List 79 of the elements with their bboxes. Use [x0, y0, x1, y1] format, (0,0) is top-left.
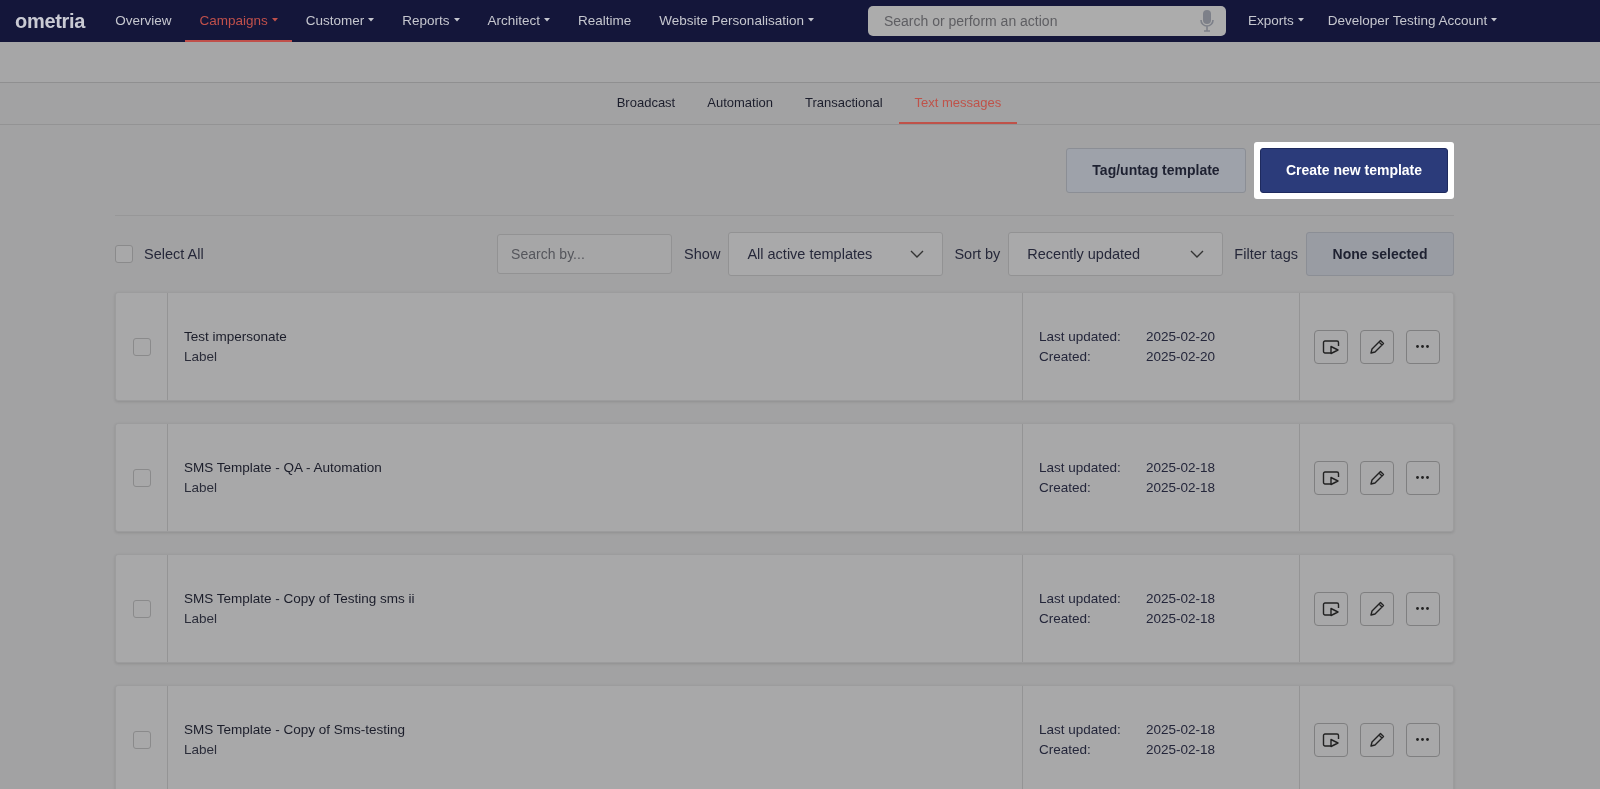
- nav-menu-item[interactable]: Customer: [291, 0, 389, 42]
- nav-menu-item[interactable]: Realtime: [564, 0, 646, 42]
- nav-menu-item[interactable]: Overview: [101, 0, 186, 42]
- template-label: Label: [184, 742, 219, 757]
- dropdown[interactable]: All active templates: [728, 232, 944, 276]
- pencil-icon: [1367, 468, 1386, 487]
- more-button[interactable]: [1405, 722, 1440, 757]
- date-value: 2025-02-20: [1146, 329, 1217, 344]
- create-button[interactable]: Create new template: [1260, 147, 1448, 193]
- template-label: Label: [184, 349, 219, 364]
- preview-button[interactable]: [1313, 591, 1348, 626]
- nav-menu-item[interactable]: Architect: [473, 0, 565, 42]
- nav-menu-item[interactable]: Developer Testing Account: [1315, 0, 1510, 42]
- filter-label: Filter tags: [1234, 246, 1298, 262]
- date-label: Created:: [1039, 742, 1092, 757]
- chevron-down-icon: [910, 250, 925, 258]
- template-label: Label: [184, 480, 219, 495]
- preview-icon: [1321, 337, 1340, 356]
- more-button[interactable]: [1405, 329, 1440, 364]
- preview-icon: [1321, 468, 1340, 487]
- date-value: 2025-02-18: [1146, 722, 1217, 737]
- pencil-icon: [1367, 337, 1386, 356]
- more-icon: [1416, 738, 1429, 741]
- date-value: 2025-02-18: [1146, 591, 1217, 606]
- more-icon: [1416, 345, 1429, 348]
- checkbox[interactable]: [132, 730, 151, 749]
- search-field[interactable]: Search by...: [497, 234, 673, 274]
- pencil-button[interactable]: [1359, 722, 1394, 757]
- select-all-label: Select All: [144, 246, 204, 262]
- preview-icon: [1321, 599, 1340, 618]
- pencil-icon: [1367, 599, 1386, 618]
- date-value: 2025-02-18: [1146, 460, 1217, 475]
- date-value: 2025-02-20: [1146, 349, 1217, 364]
- checkbox[interactable]: [132, 468, 151, 487]
- more-button[interactable]: [1405, 591, 1440, 626]
- search-field[interactable]: Search or perform an action: [867, 6, 1226, 36]
- nav-menu-item[interactable]: Website Personalisation: [645, 0, 828, 42]
- preview-icon: [1321, 730, 1340, 749]
- tab[interactable]: Automation: [691, 83, 789, 124]
- microphone-icon[interactable]: [1199, 9, 1214, 33]
- preview-button[interactable]: [1313, 722, 1348, 757]
- date-label: Last updated:: [1039, 722, 1122, 737]
- more-icon: [1416, 607, 1429, 610]
- pencil-button[interactable]: [1359, 329, 1394, 364]
- more-button[interactable]: [1405, 460, 1440, 495]
- nav-menu-item[interactable]: Exports: [1235, 0, 1316, 42]
- filter-label: Show: [684, 246, 721, 262]
- checkbox[interactable]: [132, 599, 151, 618]
- template-name[interactable]: SMS Template - QA - Automation: [184, 460, 1022, 475]
- pencil-button[interactable]: [1359, 591, 1394, 626]
- tag-button[interactable]: Tag/untag template: [1066, 147, 1246, 193]
- pencil-button[interactable]: [1359, 460, 1394, 495]
- checkbox[interactable]: [115, 245, 133, 263]
- pencil-icon: [1367, 730, 1386, 749]
- filter-label: Sort by: [954, 246, 1001, 262]
- tag-filter-button[interactable]: None selected: [1306, 232, 1454, 276]
- dropdown[interactable]: Recently updated: [1008, 232, 1224, 276]
- preview-button[interactable]: [1313, 329, 1348, 364]
- logo[interactable]: ometria: [15, 0, 86, 42]
- more-icon: [1416, 476, 1429, 479]
- date-label: Last updated:: [1039, 591, 1122, 606]
- date-label: Last updated:: [1039, 460, 1122, 475]
- date-label: Last updated:: [1039, 329, 1122, 344]
- template-name[interactable]: SMS Template - Copy of Sms-testing: [184, 722, 1022, 737]
- nav-menu-item[interactable]: Reports: [388, 0, 474, 42]
- template-name[interactable]: Test impersonate: [184, 329, 1022, 344]
- preview-button[interactable]: [1313, 460, 1348, 495]
- template-label: Label: [184, 611, 219, 626]
- date-label: Created:: [1039, 611, 1092, 626]
- template-name[interactable]: SMS Template - Copy of Testing sms ii: [184, 591, 1022, 606]
- date-value: 2025-02-18: [1146, 742, 1217, 757]
- date-value: 2025-02-18: [1146, 480, 1217, 495]
- tab[interactable]: Transactional: [789, 83, 899, 124]
- chevron-down-icon: [1190, 250, 1205, 258]
- checkbox[interactable]: [132, 337, 151, 356]
- tab[interactable]: Broadcast: [600, 83, 692, 124]
- date-label: Created:: [1039, 480, 1092, 495]
- date-value: 2025-02-18: [1146, 611, 1217, 626]
- date-label: Created:: [1039, 349, 1092, 364]
